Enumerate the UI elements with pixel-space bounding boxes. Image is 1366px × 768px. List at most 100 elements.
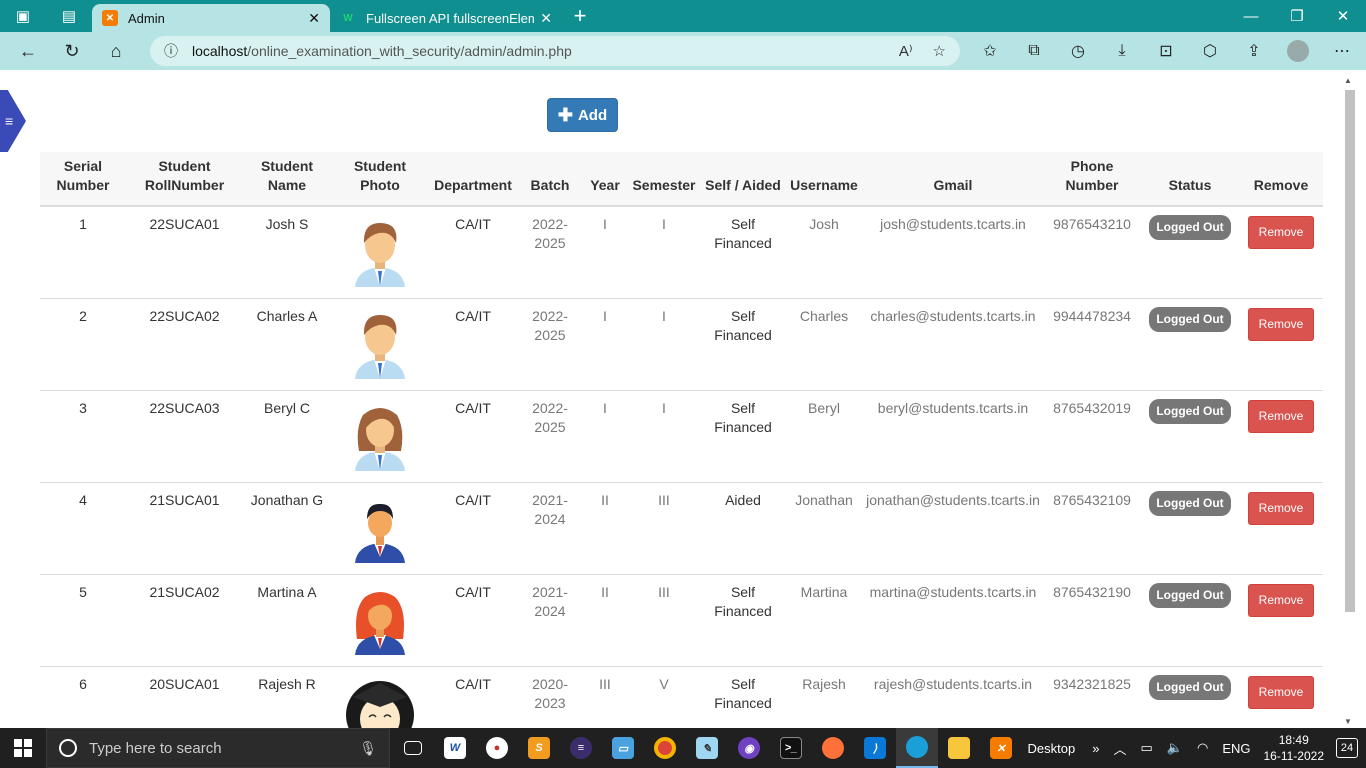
- cell-photo: [331, 666, 429, 728]
- wifi-icon[interactable]: ◠: [1197, 740, 1208, 756]
- favorites-icon[interactable]: ✩: [968, 40, 1012, 62]
- home-icon[interactable]: ⌂: [94, 32, 138, 70]
- browser-toolbar: ✩ ⧉ ◷ ⤓ ⊡ ⬡ ⇪ ⋯: [968, 40, 1364, 62]
- screenshot-icon[interactable]: ⊡: [1144, 40, 1188, 62]
- scrollbar-thumb[interactable]: [1345, 90, 1355, 612]
- cell-username: Beryl: [785, 390, 863, 483]
- microphone-icon[interactable]: 🎙: [359, 740, 377, 757]
- tab-title: Fullscreen API fullscreenElement: [366, 10, 535, 26]
- notification-center-icon[interactable]: 24: [1336, 738, 1358, 758]
- female-student-icon: [355, 407, 405, 471]
- cell-roll: 22SUCA03: [126, 390, 243, 483]
- new-tab-icon[interactable]: +: [562, 3, 598, 29]
- downloads-icon[interactable]: ⤓: [1100, 40, 1144, 62]
- url-path: /online_examination_with_security/admin/…: [247, 43, 572, 59]
- taskbar-clock[interactable]: 18:49 16-11-2022: [1264, 732, 1325, 764]
- show-hidden-icons-icon[interactable]: ︿: [1113, 739, 1126, 758]
- sublime-text-app-icon[interactable]: S: [518, 728, 560, 768]
- file-explorer-app-icon[interactable]: [938, 728, 980, 768]
- cell-username: Josh: [785, 206, 863, 299]
- tab-actions-icon[interactable]: ▤: [46, 0, 92, 32]
- sidebar-toggle-icon[interactable]: ≡: [0, 90, 26, 152]
- cell-year: II: [583, 574, 627, 667]
- cell-year: I: [583, 298, 627, 391]
- remove-button[interactable]: Remove: [1247, 675, 1315, 709]
- read-aloud-icon[interactable]: A⁾: [899, 42, 913, 60]
- restore-icon[interactable]: ❐: [1274, 0, 1320, 32]
- col-remove: Remove: [1239, 152, 1323, 207]
- cell-aided: Self Financed: [701, 390, 785, 483]
- volume-icon[interactable]: 🔈: [1167, 740, 1183, 756]
- table-row: 6 20SUCA01 Rajesh R CA/IT 2020-2023 III …: [40, 666, 1323, 728]
- remove-button[interactable]: Remove: [1247, 307, 1315, 341]
- tab-admin[interactable]: ✕ Admin ✕: [92, 4, 330, 32]
- task-view-icon[interactable]: [392, 728, 434, 768]
- table-row: 3 22SUCA03 Beryl C CA/IT 2022-2025 I I S…: [40, 390, 1323, 483]
- add-student-button[interactable]: ✚ Add: [547, 98, 618, 132]
- cell-year: I: [583, 390, 627, 483]
- toolbar-expand-icon[interactable]: »: [1092, 741, 1099, 756]
- close-tab-icon[interactable]: ✕: [540, 10, 552, 27]
- remove-button[interactable]: Remove: [1247, 216, 1315, 249]
- add-button-label: Add: [577, 106, 608, 124]
- profile-icon[interactable]: [1276, 40, 1320, 62]
- cell-remove: Remove: [1239, 482, 1323, 575]
- chrome-app-icon[interactable]: [644, 728, 686, 768]
- desktop-toolbar-label[interactable]: Desktop: [1028, 741, 1076, 756]
- battery-icon[interactable]: ▭: [1141, 740, 1153, 756]
- windows-start-icon[interactable]: [0, 728, 46, 768]
- extensions-icon[interactable]: ⬡: [1188, 40, 1232, 62]
- refresh-icon[interactable]: ↻: [50, 32, 94, 70]
- input-language[interactable]: ENG: [1222, 741, 1250, 756]
- back-icon[interactable]: ←: [6, 32, 50, 70]
- wordpad-app-icon[interactable]: W: [434, 728, 476, 768]
- cell-batch: 2021-2024: [517, 574, 583, 667]
- edge-app-icon[interactable]: [896, 728, 938, 768]
- history-icon[interactable]: ◷: [1056, 40, 1100, 62]
- status-badge: Logged Out: [1149, 582, 1231, 608]
- cell-name: Martina A: [243, 574, 331, 667]
- site-info-icon[interactable]: ⓘ: [164, 41, 178, 61]
- collections-icon[interactable]: ⧉: [1012, 40, 1056, 62]
- close-window-icon[interactable]: ✕: [1320, 0, 1366, 32]
- cell-remove: Remove: [1239, 666, 1323, 728]
- cell-serial: 5: [40, 574, 126, 667]
- cell-year: I: [583, 206, 627, 299]
- page-content: ≡ ✚ Add Serial Number Student RollNumber…: [0, 70, 1366, 728]
- github-desktop-app-icon[interactable]: ◉: [728, 728, 770, 768]
- table-row: 2 22SUCA02 Charles A CA/IT 2022-2025 I I…: [40, 298, 1323, 391]
- cell-aided: Self Financed: [701, 206, 785, 299]
- scroll-up-icon[interactable]: ▲: [1344, 76, 1352, 85]
- col-phone: Phone Number: [1043, 152, 1141, 207]
- vscode-app-icon[interactable]: ⟩: [854, 728, 896, 768]
- remove-button[interactable]: Remove: [1247, 583, 1315, 617]
- xampp-app-icon[interactable]: ✕: [980, 728, 1022, 768]
- cell-phone: 8765432019: [1043, 390, 1141, 483]
- more-options-icon[interactable]: ⋯: [1320, 40, 1364, 62]
- media-player-app-icon[interactable]: ●: [476, 728, 518, 768]
- male-student-icon: [355, 223, 405, 287]
- minimize-icon[interactable]: —: [1228, 0, 1274, 32]
- notepad-app-icon[interactable]: ✎: [686, 728, 728, 768]
- status-badge: Logged Out: [1149, 215, 1231, 240]
- share-icon[interactable]: ⇪: [1232, 40, 1276, 62]
- taskbar-search-box[interactable]: Type here to search 🎙: [46, 728, 390, 768]
- tab-fullscreen-api[interactable]: W Fullscreen API fullscreenElement ✕: [330, 4, 562, 32]
- students-table: Serial Number Student RollNumber Student…: [40, 152, 1323, 728]
- cell-remove: Remove: [1239, 390, 1323, 483]
- col-status: Status: [1141, 152, 1239, 207]
- cell-username: Rajesh: [785, 666, 863, 728]
- workspaces-icon[interactable]: ▣: [0, 0, 46, 32]
- remove-button[interactable]: Remove: [1247, 491, 1315, 525]
- firefox-app-icon[interactable]: [812, 728, 854, 768]
- page-scrollbar[interactable]: ▲ ▼: [1344, 76, 1355, 726]
- url-field[interactable]: ⓘ localhost/online_examination_with_secu…: [150, 36, 960, 66]
- close-tab-icon[interactable]: ✕: [308, 10, 320, 27]
- this-pc-app-icon[interactable]: ▭: [602, 728, 644, 768]
- remove-button[interactable]: Remove: [1247, 399, 1315, 433]
- xampp-favicon-icon: ✕: [102, 10, 118, 26]
- eclipse-app-icon[interactable]: ≡: [560, 728, 602, 768]
- add-favorite-icon[interactable]: ☆: [933, 42, 946, 60]
- terminal-app-icon[interactable]: >_: [770, 728, 812, 768]
- scroll-down-icon[interactable]: ▼: [1344, 717, 1352, 726]
